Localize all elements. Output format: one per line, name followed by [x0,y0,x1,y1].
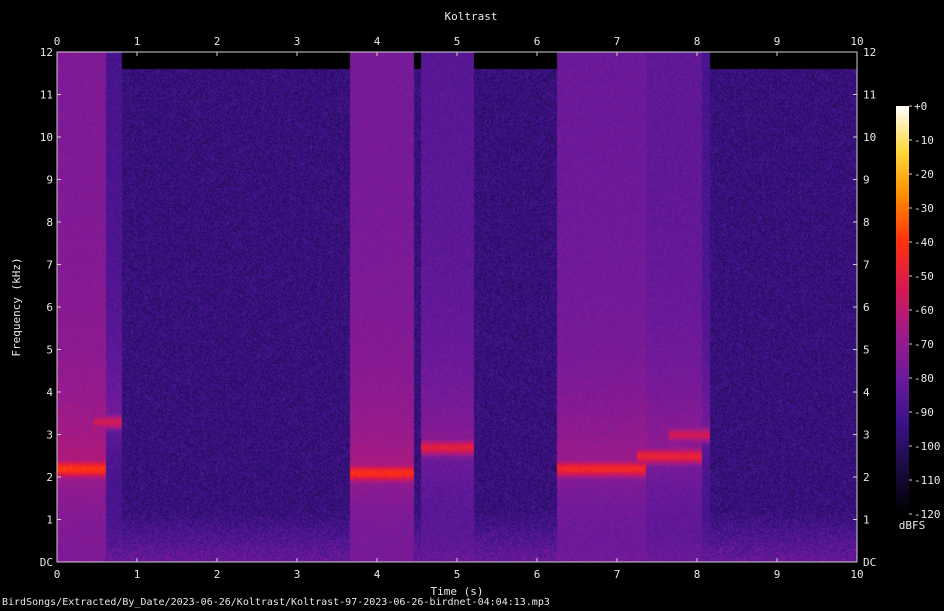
y-tick-label-left: 7 [46,259,53,272]
x-tick-label-top: 2 [214,35,221,48]
colorbar-tick-label: -30 [914,202,934,215]
x-tick-label-bottom: 3 [294,568,301,581]
y-tick-label-right: 2 [863,471,870,484]
chart-title: Koltrast [445,10,498,23]
y-tick-label-right: 8 [863,216,870,229]
y-tick-label-left: 1 [46,514,53,527]
y-tick-label-left: 8 [46,216,53,229]
y-tick-label-right: 9 [863,174,870,187]
y-tick-label-left: DC [40,556,53,569]
x-tick-label-bottom: 2 [214,568,221,581]
y-tick-label-right: 5 [863,344,870,357]
colorbar-tick-label: +0 [914,100,927,113]
y-tick-label-left: 4 [46,386,53,399]
x-tick-label-top: 10 [850,35,863,48]
y-tick-label-right: 7 [863,259,870,272]
y-tick-label-right: DC [863,556,876,569]
y-axis-label: Frequency (kHz) [10,257,23,356]
y-tick-label-right: 6 [863,301,870,314]
y-tick-label-left: 2 [46,471,53,484]
y-tick-label-left: 9 [46,174,53,187]
colorbar-tick-label: -90 [914,406,934,419]
colorbar-tick-label: -10 [914,134,934,147]
colorbar [896,106,909,514]
x-tick-label-bottom: 5 [454,568,461,581]
colorbar-tick-label: -100 [914,440,941,453]
x-tick-label-bottom: 1 [134,568,141,581]
y-tick-label-left: 5 [46,344,53,357]
y-tick-label-right: 1 [863,514,870,527]
colorbar-tick-label: -80 [914,372,934,385]
y-tick-label-right: 12 [863,46,876,59]
y-tick-label-right: 10 [863,131,876,144]
x-tick-label-bottom: 9 [774,568,781,581]
y-tick-label-left: 10 [40,131,53,144]
x-tick-label-top: 9 [774,35,781,48]
x-tick-label-bottom: 4 [374,568,381,581]
x-tick-label-top: 7 [614,35,621,48]
spectrogram-chart: Koltrast 001122334455667788991010DC DC1 12… [10,10,941,598]
colorbar-tick-label: -60 [914,304,934,317]
x-tick-label-top: 8 [694,35,701,48]
colorbar-tick-label: -70 [914,338,934,351]
colorbar-tick-label: -50 [914,270,934,283]
x-tick-label-top: 3 [294,35,301,48]
y-tick-label-left: 3 [46,429,53,442]
x-tick-label-bottom: 8 [694,568,701,581]
y-tick-label-right: 3 [863,429,870,442]
y-tick-label-left: 12 [40,46,53,59]
x-tick-label-top: 5 [454,35,461,48]
spectrogram-image [57,52,857,562]
x-tick-label-bottom: 10 [850,568,863,581]
x-tick-label-top: 0 [54,35,61,48]
x-tick-label-bottom: 7 [614,568,621,581]
x-tick-label-top: 6 [534,35,541,48]
x-tick-label-top: 1 [134,35,141,48]
colorbar-tick-label: -40 [914,236,934,249]
x-tick-label-bottom: 0 [54,568,61,581]
file-path-caption: BirdSongs/Extracted/By_Date/2023-06-26/K… [2,597,550,608]
x-tick-label-top: 4 [374,35,381,48]
y-tick-label-right: 4 [863,386,870,399]
colorbar-label: dBFS [899,519,926,532]
colorbar-tick-label: -110 [914,474,941,487]
y-tick-label-left: 6 [46,301,53,314]
y-tick-label-left: 11 [40,89,53,102]
colorbar-tick-label: -20 [914,168,934,181]
x-tick-label-bottom: 6 [534,568,541,581]
y-tick-label-right: 11 [863,89,876,102]
